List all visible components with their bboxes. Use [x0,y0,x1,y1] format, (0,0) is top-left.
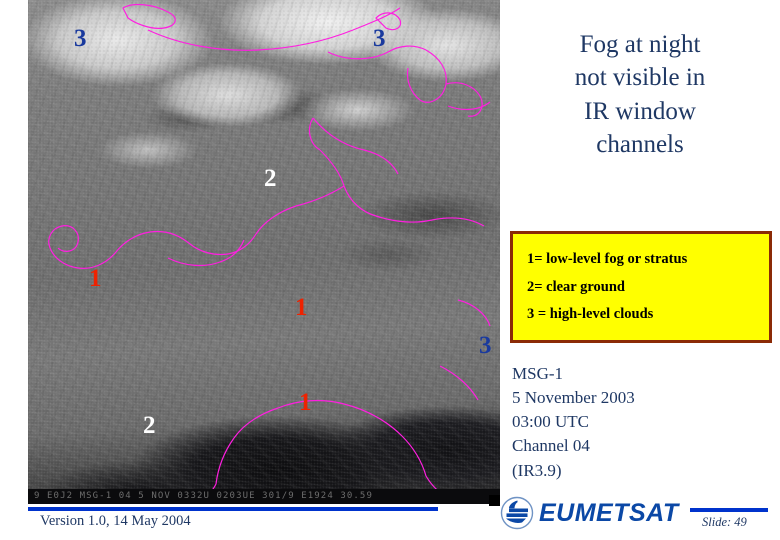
eumetsat-logo: EUMETSAT [500,496,679,530]
logo-corner-artifact [489,495,500,506]
legend-item-2: 2= clear ground [527,278,625,295]
legend-box: 1= low-level fog or stratus 2= clear gro… [510,231,772,343]
satellite-annotation-strip: 9 E0J2 MSG-1 04 5 NOV 0332U 0203UE 301/9… [28,489,500,504]
headline-line-4: channels [596,130,684,158]
eumetsat-wordmark: EUMETSAT [539,498,679,527]
slide-divider [690,508,768,512]
headline-line-3: IR window [584,97,696,125]
headline-text: Fog at night not visible in IR window ch… [516,28,764,161]
legend-item-3: 3 = high-level clouds [527,306,654,322]
headline-line-1: Fog at night [579,31,701,58]
slide-number: Slide: 49 [702,515,747,529]
metadata-wavelength: (IR3.9) [512,460,562,480]
metadata-channel: Channel 04 [512,436,590,456]
version-text: Version 1.0, 14 May 2004 [40,513,191,529]
headline-line-2: not visible in [574,64,706,92]
eumetsat-emblem-icon [500,496,534,530]
satellite-image-panel: 33211312 9 E0J2 MSG-1 04 5 NOV 0332U 020… [28,0,500,504]
metadata-satellite: MSG-1 [512,364,564,383]
footer-divider-left [28,507,438,511]
metadata-date: 5 November 2003 [512,388,635,408]
image-metadata-block: MSG-1 5 November 2003 03:00 UTC Channel … [512,362,635,483]
metadata-time: 03:00 UTC [512,412,589,432]
coastline-overlay [48,3,491,503]
legend-item-1: 1= low-level fog or stratus [527,251,688,267]
